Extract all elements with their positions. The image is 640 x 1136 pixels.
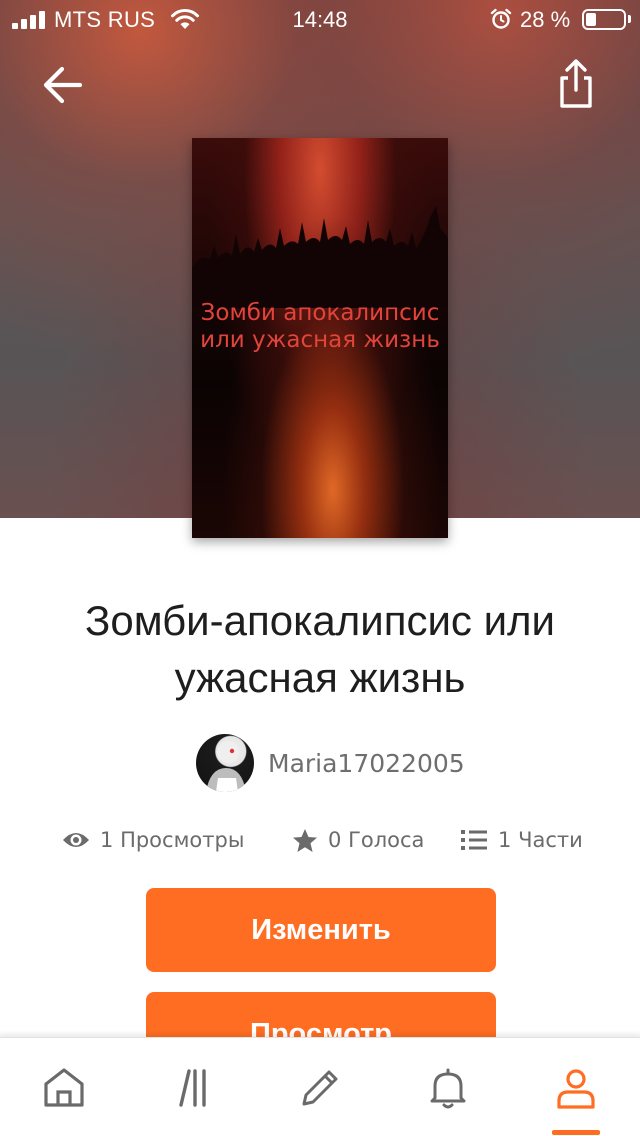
share-button[interactable] xyxy=(548,56,604,112)
active-tab-indicator xyxy=(552,1130,600,1135)
battery-icon xyxy=(582,9,626,30)
views-value: 1 xyxy=(100,828,114,852)
tab-profile[interactable] xyxy=(512,1038,640,1136)
story-stats: 1 Просмотры 0 Голоса 1 Части xyxy=(0,820,640,860)
status-bar: MTS RUS 14:48 28 % xyxy=(0,0,640,40)
list-icon xyxy=(461,830,487,850)
views-label: Просмотры xyxy=(120,828,245,852)
back-button[interactable] xyxy=(36,58,90,112)
home-icon xyxy=(44,1067,84,1107)
bell-icon xyxy=(430,1068,466,1108)
votes-stat: 0 Голоса xyxy=(292,820,424,860)
alarm-icon xyxy=(490,8,512,29)
parts-stat: 1 Части xyxy=(460,820,583,860)
tab-home[interactable] xyxy=(0,1038,128,1136)
battery-percent: 28 % xyxy=(520,7,571,32)
cover-title: Зомби апокалипсис или ужасная жизнь xyxy=(200,300,440,353)
parts-label: Части xyxy=(518,828,583,852)
views-stat: 1 Просмотры xyxy=(62,820,244,860)
tab-library[interactable] xyxy=(128,1038,256,1136)
crowd-silhouette xyxy=(192,206,448,308)
edit-button[interactable]: Изменить xyxy=(146,888,496,972)
library-icon xyxy=(179,1068,206,1107)
avatar xyxy=(196,734,254,792)
tab-notifications[interactable] xyxy=(384,1038,512,1136)
author-link[interactable]: Maria17022005 xyxy=(196,732,465,794)
eye-icon xyxy=(63,833,89,847)
parts-value: 1 xyxy=(498,828,512,852)
votes-value: 0 xyxy=(328,828,342,852)
star-icon xyxy=(293,828,317,852)
tab-bar xyxy=(0,1037,640,1136)
share-icon xyxy=(560,59,592,108)
pencil-icon xyxy=(302,1070,338,1105)
arrow-left-icon xyxy=(43,66,83,104)
profile-icon xyxy=(557,1068,595,1109)
story-title: Зомби-апокалипсис или ужасная жизнь xyxy=(84,597,556,701)
book-cover[interactable]: Зомби апокалипсис или ужасная жизнь xyxy=(192,138,448,538)
votes-label: Голоса xyxy=(348,828,425,852)
tab-write[interactable] xyxy=(256,1038,384,1136)
author-name: Maria17022005 xyxy=(268,748,465,778)
